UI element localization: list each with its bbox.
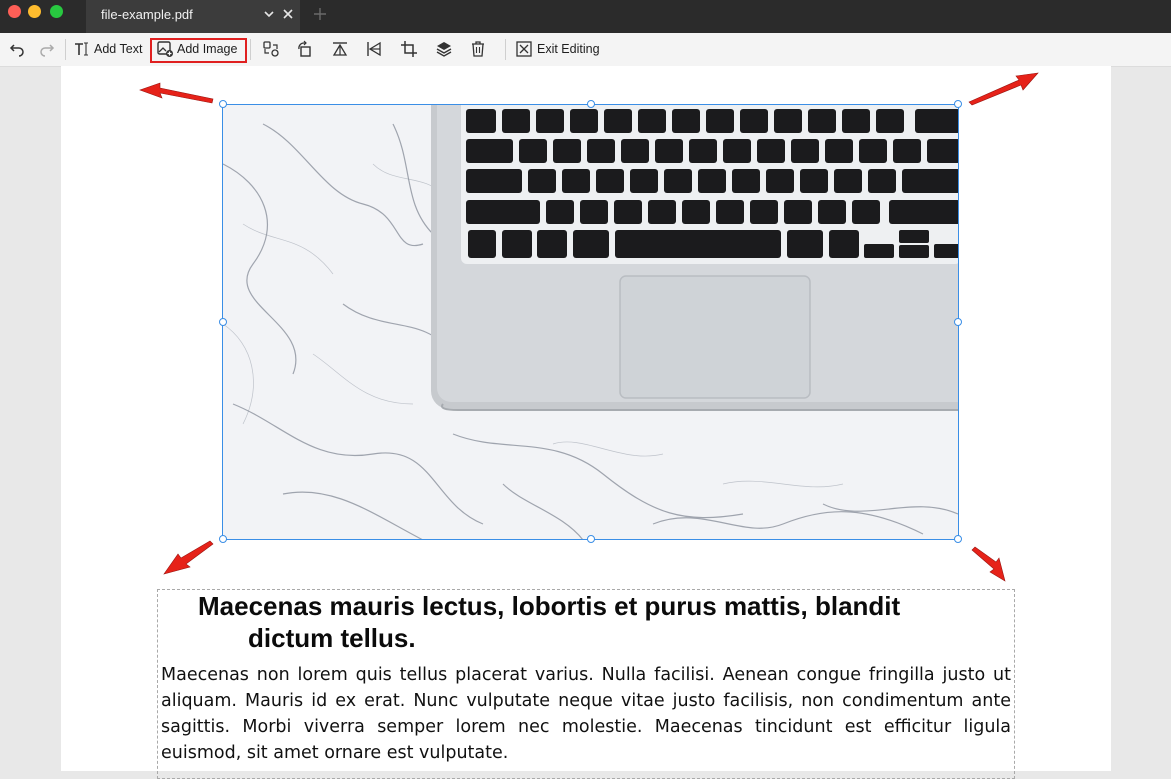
crop-icon[interactable]	[400, 40, 418, 58]
image-selection-frame	[222, 104, 959, 540]
undo-icon[interactable]	[8, 40, 26, 58]
add-text-button[interactable]: Add Text	[94, 42, 142, 56]
document-paragraph: Maecenas non lorem quis tellus placerat …	[161, 665, 1011, 763]
resize-handle-right[interactable]	[954, 318, 962, 326]
toolbar-divider	[250, 39, 251, 60]
resize-handle-bottom-right[interactable]	[954, 535, 962, 543]
document-heading: Maecenas mauris lectus, lobortis et puru…	[198, 590, 988, 654]
resize-handle-top-left[interactable]	[219, 100, 227, 108]
arrow-bottom-right-icon	[971, 546, 1006, 582]
text-block[interactable]: Maecenas mauris lectus, lobortis et puru…	[157, 589, 1015, 779]
chevron-down-icon[interactable]	[263, 8, 275, 20]
exit-editing-button[interactable]: Exit Editing	[537, 42, 600, 56]
flip-vertical-icon[interactable]	[331, 40, 349, 58]
tab-file-example[interactable]: file-example.pdf	[86, 0, 300, 33]
title-bar: file-example.pdf	[0, 0, 1171, 33]
minimize-window-button[interactable]	[28, 5, 41, 18]
add-text-icon[interactable]	[73, 40, 91, 58]
arrow-bottom-left-icon	[163, 540, 214, 575]
add-image-highlight	[150, 38, 247, 63]
resize-handle-top[interactable]	[587, 100, 595, 108]
close-icon[interactable]	[282, 8, 294, 20]
layers-icon[interactable]	[435, 40, 453, 58]
new-tab-icon[interactable]	[312, 6, 328, 22]
close-window-button[interactable]	[8, 5, 21, 18]
resize-handle-bottom[interactable]	[587, 535, 595, 543]
zoom-window-button[interactable]	[50, 5, 63, 18]
resize-handle-top-right[interactable]	[954, 100, 962, 108]
toolbar-divider	[65, 39, 66, 60]
arrow-top-left-icon	[139, 82, 214, 104]
arrow-top-right-icon	[968, 72, 1039, 106]
exit-editing-icon[interactable]	[515, 40, 533, 58]
redo-icon[interactable]	[38, 40, 56, 58]
tab-title: file-example.pdf	[101, 7, 193, 22]
replace-image-icon[interactable]	[262, 40, 280, 58]
trash-icon[interactable]	[469, 40, 487, 58]
heading-line-2: dictum tellus.	[248, 623, 416, 653]
flip-horizontal-icon[interactable]	[365, 40, 383, 58]
rotate-icon[interactable]	[296, 40, 314, 58]
resize-handle-left[interactable]	[219, 318, 227, 326]
toolbar-divider	[505, 39, 506, 60]
heading-line-1: Maecenas mauris lectus, lobortis et puru…	[198, 591, 901, 621]
